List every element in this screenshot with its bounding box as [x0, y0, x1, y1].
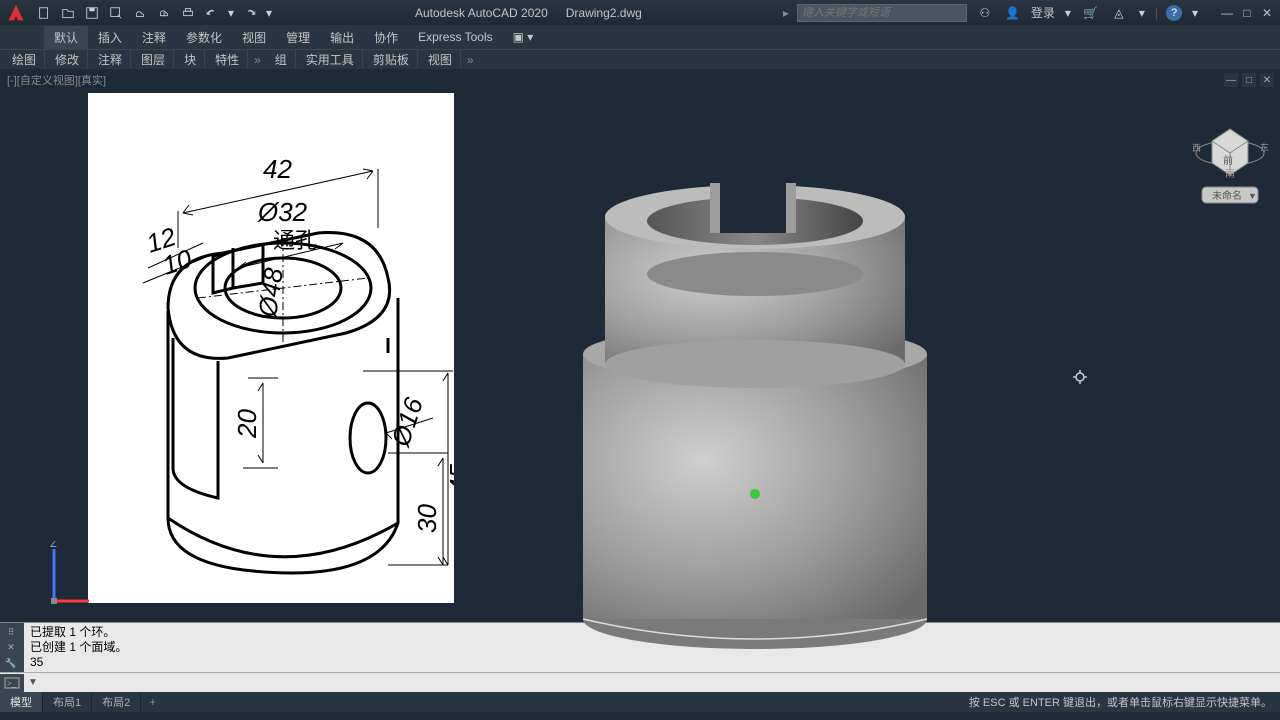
command-input[interactable] — [38, 676, 1280, 690]
panel-draw[interactable]: 绘图 — [4, 49, 45, 70]
model-3d — [560, 129, 940, 649]
tab-add-button[interactable]: + — [141, 693, 164, 711]
menu-collab[interactable]: 协作 — [364, 26, 408, 49]
ucs-icon: Z — [44, 541, 94, 614]
print-icon[interactable] — [178, 3, 198, 23]
dim-dia32: Ø32 — [257, 197, 308, 227]
drawing-viewport[interactable]: [-][自定义视图][真实] — □ ✕ — [0, 69, 1280, 622]
panel-annotate[interactable]: 注释 — [90, 49, 131, 70]
tab-layout1[interactable]: 布局1 — [43, 692, 92, 712]
chevron-down-icon[interactable]: ▾ — [1190, 3, 1200, 23]
viewcube-south: 南 — [1225, 167, 1235, 180]
cmd-prompt-icon[interactable]: >_ — [0, 674, 24, 692]
panel-group[interactable]: 组 — [267, 49, 296, 70]
maximize-button[interactable]: □ — [1238, 4, 1256, 22]
menu-parametric[interactable]: 参数化 — [176, 26, 232, 49]
save-icon[interactable] — [82, 3, 102, 23]
dim-dia48: Ø48 — [252, 265, 289, 319]
reference-drawing: 42 Ø32 通孔 12 10 Ø48 20 Ø16 30 45 — [88, 93, 454, 603]
chevron-down-icon[interactable]: ▾ — [1063, 3, 1073, 23]
cart-icon[interactable]: 🛒 — [1081, 3, 1101, 23]
panel-view[interactable]: 视图 — [420, 49, 461, 70]
menu-insert[interactable]: 插入 — [88, 26, 132, 49]
status-hint: 按 ESC 或 ENTER 键退出，或者单击鼠标右键显示快捷菜单。 — [969, 694, 1280, 710]
new-icon[interactable] — [34, 3, 54, 23]
vp-close-button[interactable]: ✕ — [1260, 73, 1274, 87]
search-play-icon[interactable]: ▸ — [783, 6, 789, 20]
menu-output[interactable]: 输出 — [320, 26, 364, 49]
svg-text:>_: >_ — [7, 679, 17, 688]
chevron-down-icon[interactable]: ▾ — [226, 3, 236, 23]
panel-block[interactable]: 块 — [176, 49, 205, 70]
dim-dia16: Ø16 — [385, 393, 429, 450]
chevron-down-icon[interactable]: ▾ — [264, 3, 274, 23]
orbit-cursor-icon — [1072, 369, 1088, 385]
redo-icon[interactable] — [240, 3, 260, 23]
panel-props[interactable]: 特性 — [207, 49, 248, 70]
panel-props-expand-icon[interactable]: » — [250, 51, 265, 69]
chevron-down-icon[interactable]: ▾ — [1137, 3, 1147, 23]
help-icon[interactable]: ? — [1166, 5, 1182, 21]
viewport-label[interactable]: [-][自定义视图][真实] — [4, 71, 109, 89]
svg-text:Z: Z — [50, 541, 57, 550]
dim-30: 30 — [412, 504, 442, 533]
app-logo[interactable] — [4, 1, 28, 25]
menu-express[interactable]: Express Tools — [408, 27, 502, 47]
dim-45: 45 — [444, 464, 454, 493]
saveas-icon[interactable] — [106, 3, 126, 23]
minimize-button[interactable]: — — [1218, 4, 1236, 22]
viewcube-west: 西 — [1192, 143, 1201, 153]
app-title: Autodesk AutoCAD 2020 — [415, 6, 548, 20]
menu-featured-icon[interactable]: ▣ ▾ — [503, 27, 544, 47]
cmd-dropdown-icon[interactable]: ▼ — [28, 677, 38, 688]
cloud-open-icon[interactable] — [130, 3, 150, 23]
menu-default[interactable]: 默认 — [44, 26, 88, 49]
svg-text:前: 前 — [1223, 154, 1233, 167]
search-input[interactable] — [797, 4, 967, 22]
dim-20: 20 — [232, 409, 262, 439]
cloud-save-icon[interactable] — [154, 3, 174, 23]
close-button[interactable]: ✕ — [1258, 4, 1276, 22]
vp-maximize-button[interactable]: □ — [1242, 73, 1256, 87]
doc-title: Drawing2.dwg — [566, 6, 642, 20]
divider: | — [1155, 6, 1158, 20]
viewcube[interactable]: 前 西 东 南 未命名 ▼ — [1190, 119, 1270, 209]
app-switcher-icon[interactable]: ◬ — [1109, 3, 1129, 23]
panel-utils[interactable]: 实用工具 — [298, 49, 363, 70]
tab-layout2[interactable]: 布局2 — [92, 692, 141, 712]
user-icon[interactable]: 👤 — [1003, 3, 1023, 23]
vp-minimize-button[interactable]: — — [1224, 73, 1238, 87]
cmd-config-icon[interactable]: 🔧 — [2, 656, 20, 670]
dim-42: 42 — [263, 154, 292, 184]
dim-thru: 通孔 — [273, 228, 317, 253]
menu-annotate[interactable]: 注释 — [132, 26, 176, 49]
undo-icon[interactable] — [202, 3, 222, 23]
cmd-close-icon[interactable]: ✕ — [2, 641, 20, 655]
viewcube-unnamed: 未命名 — [1212, 189, 1242, 202]
panel-clipboard[interactable]: 剪贴板 — [365, 49, 418, 70]
share-icon[interactable]: ⚇ — [975, 3, 995, 23]
cmd-handle-icon[interactable]: ⠿ — [2, 625, 20, 639]
viewcube-dropdown-icon[interactable]: ▼ — [1248, 191, 1257, 201]
panel-view-expand-icon[interactable]: » — [463, 51, 478, 69]
viewcube-east: 东 — [1260, 142, 1269, 153]
menu-manage[interactable]: 管理 — [276, 26, 320, 49]
panel-layer[interactable]: 图层 — [133, 49, 174, 70]
panel-modify[interactable]: 修改 — [47, 49, 88, 70]
menu-view[interactable]: 视图 — [232, 26, 276, 49]
login-label[interactable]: 登录 — [1031, 4, 1055, 21]
tab-model[interactable]: 模型 — [0, 692, 43, 712]
open-icon[interactable] — [58, 3, 78, 23]
